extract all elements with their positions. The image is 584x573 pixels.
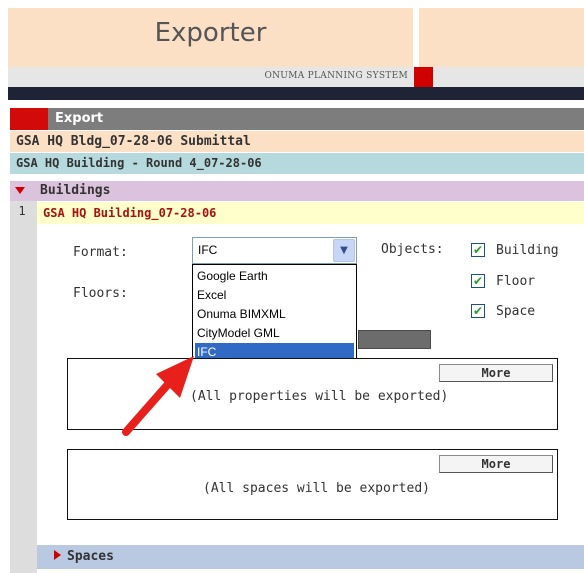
check-icon[interactable]: ✔ bbox=[471, 304, 485, 318]
building-index: 1 bbox=[18, 204, 26, 218]
floor-checkbox-label[interactable]: Floor bbox=[496, 274, 535, 289]
properties-more-button[interactable]: More bbox=[439, 364, 553, 382]
building-checkbox-label[interactable]: Building bbox=[496, 243, 559, 258]
format-option-citymodel-gml[interactable]: CityModel GML bbox=[195, 324, 354, 343]
floors-label: Floors: bbox=[73, 286, 128, 301]
properties-note: (All properties will be exported) bbox=[190, 389, 449, 404]
format-option-google-earth[interactable]: Google Earth bbox=[195, 267, 354, 286]
chevron-down-icon[interactable]: ▼ bbox=[333, 239, 355, 262]
left-index-strip bbox=[10, 201, 37, 573]
annotation-arrow-icon bbox=[122, 356, 194, 436]
format-option-excel[interactable]: Excel bbox=[195, 286, 354, 305]
buildings-label[interactable]: Buildings bbox=[40, 181, 110, 201]
objects-label: Objects: bbox=[381, 242, 444, 257]
round-row[interactable]: GSA HQ Building - Round 4_07-28-06 bbox=[10, 153, 584, 174]
triangle-right-icon[interactable] bbox=[54, 550, 61, 560]
format-option-onuma-bimxml[interactable]: Onuma BIMXML bbox=[195, 305, 354, 324]
export-button[interactable] bbox=[358, 330, 431, 349]
dark-divider bbox=[8, 87, 584, 100]
app-title: Exporter bbox=[154, 18, 267, 48]
export-red-block bbox=[10, 108, 48, 130]
spaces-row[interactable]: Spaces bbox=[37, 545, 584, 569]
triangle-down-icon[interactable] bbox=[15, 187, 25, 194]
system-red-block bbox=[414, 67, 433, 87]
format-dropdown-list: Google Earth Excel Onuma BIMXML CityMode… bbox=[192, 264, 357, 363]
format-select-value[interactable]: IFC bbox=[198, 243, 217, 257]
system-name: ONUMA PLANNING SYSTEM bbox=[264, 71, 408, 81]
format-label: Format: bbox=[73, 245, 128, 260]
space-checkbox-label[interactable]: Space bbox=[496, 304, 535, 319]
building-row[interactable]: GSA HQ Building_07-28-06 bbox=[37, 202, 584, 224]
spaces-more-button[interactable]: More bbox=[439, 455, 553, 473]
check-icon[interactable]: ✔ bbox=[471, 274, 485, 288]
header-banner-right bbox=[413, 8, 584, 67]
submittal-row[interactable]: GSA HQ Bldg_07-28-06 Submittal bbox=[10, 131, 584, 152]
spaces-note: (All spaces will be exported) bbox=[203, 481, 430, 496]
export-label: Export bbox=[55, 111, 104, 126]
check-icon[interactable]: ✔ bbox=[471, 243, 485, 257]
